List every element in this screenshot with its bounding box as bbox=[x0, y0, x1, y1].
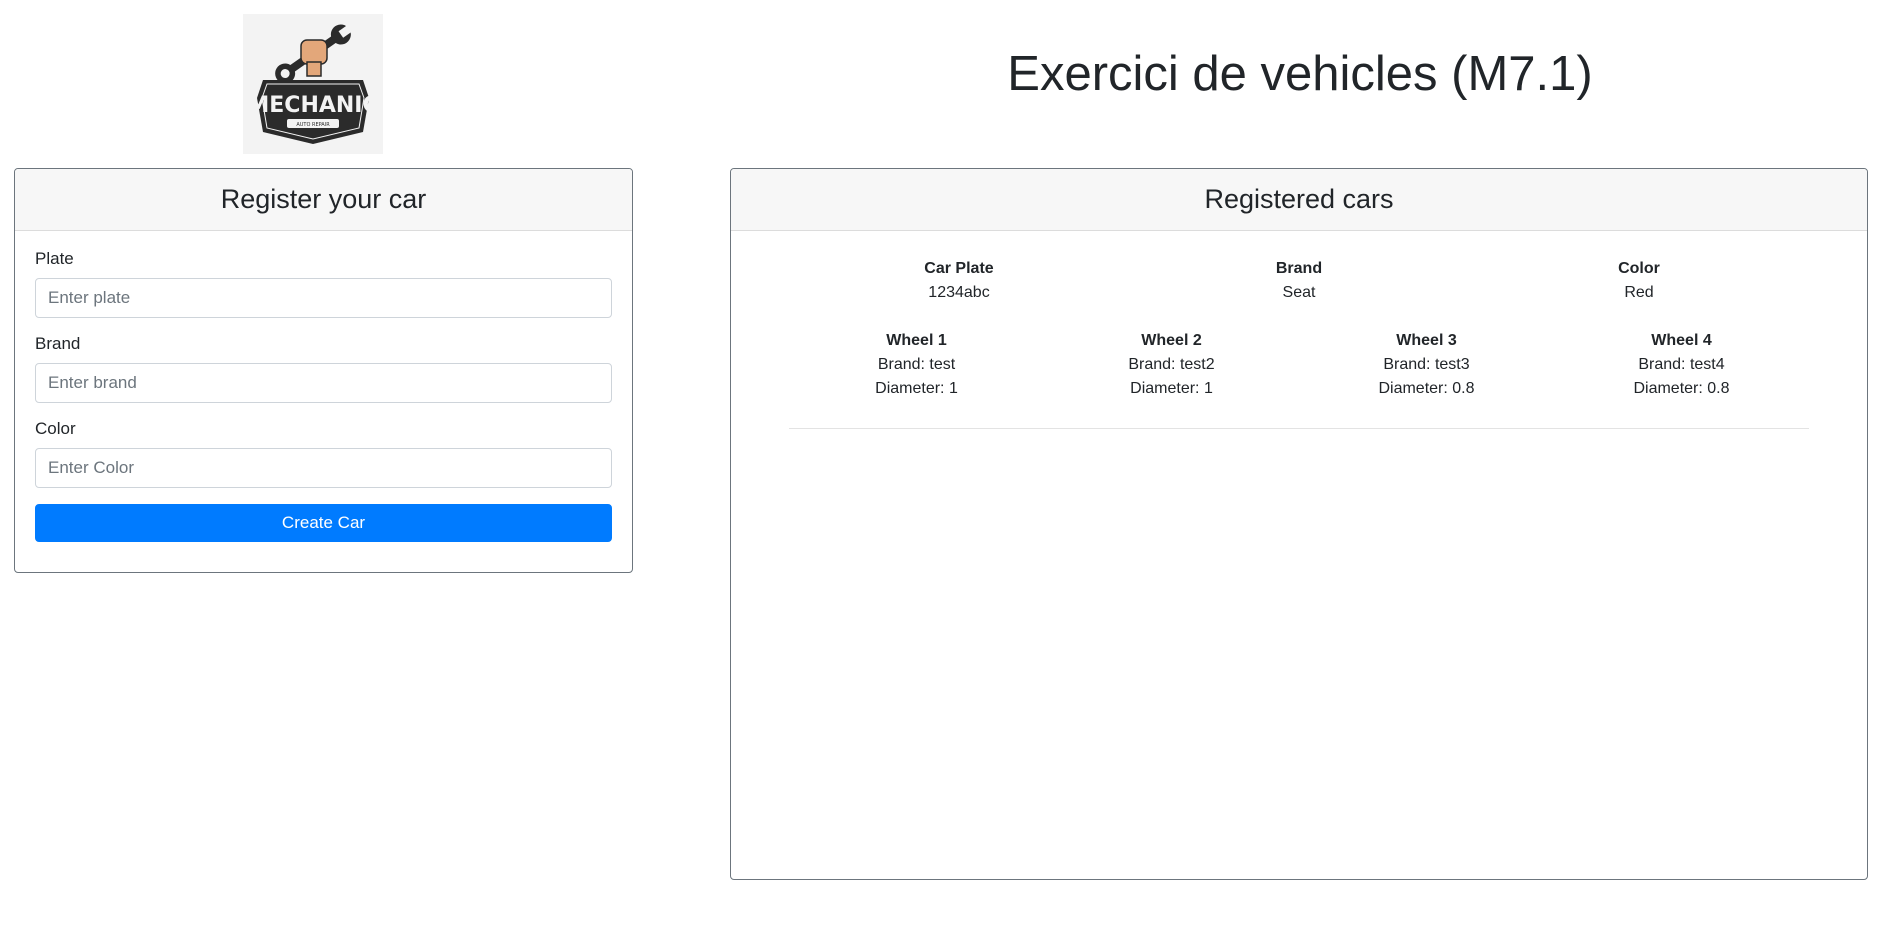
page-title: Exercici de vehicles (M7.1) bbox=[1007, 47, 1593, 101]
wheel-brand: Brand: test4 bbox=[1638, 356, 1725, 373]
brand-group: Brand bbox=[35, 334, 612, 403]
wheel-cell-1: Wheel 1 Brand: test Diameter: 1 bbox=[789, 329, 1044, 401]
color-group: Color bbox=[35, 419, 612, 488]
wheel-diameter: Diameter: 1 bbox=[1130, 380, 1213, 397]
car-color-heading: Color bbox=[1618, 260, 1660, 277]
plate-label: Plate bbox=[35, 249, 74, 268]
mechanic-logo-image: MECHANIC AUTO REPAIR bbox=[243, 14, 383, 154]
wheel-diameter: Diameter: 0.8 bbox=[1633, 380, 1730, 397]
wheel-diameter: Diameter: 1 bbox=[875, 380, 958, 397]
color-label: Color bbox=[35, 419, 76, 438]
car-brand-value: Seat bbox=[1282, 284, 1316, 301]
car-plate-value: 1234abc bbox=[928, 284, 990, 301]
brand-label: Brand bbox=[35, 334, 81, 353]
register-form: Plate Brand Color Create Car bbox=[15, 231, 632, 542]
plate-input[interactable] bbox=[35, 278, 612, 318]
wheel-cell-2: Wheel 2 Brand: test2 Diameter: 1 bbox=[1044, 329, 1299, 401]
wheel-brand: Brand: test2 bbox=[1128, 356, 1215, 373]
car-plate-heading: Car Plate bbox=[924, 260, 994, 277]
wheels-row: Wheel 1 Brand: test Diameter: 1 Wheel 2 … bbox=[789, 329, 1809, 401]
cars-list: Car Plate 1234abc Brand Seat Color Red W… bbox=[731, 231, 1867, 429]
plate-group: Plate bbox=[35, 249, 612, 318]
svg-text:MECHANIC: MECHANIC bbox=[247, 93, 378, 118]
svg-text:AUTO REPAIR: AUTO REPAIR bbox=[296, 122, 330, 128]
car-color-cell: Color Red bbox=[1469, 257, 1809, 305]
create-car-button[interactable]: Create Car bbox=[35, 504, 612, 542]
register-car-card: Register your car Plate Brand Color Crea… bbox=[14, 168, 633, 573]
color-input[interactable] bbox=[35, 448, 612, 488]
car-brand-heading: Brand bbox=[1275, 260, 1323, 277]
car-color-value: Red bbox=[1624, 284, 1654, 301]
wheel-brand: Brand: test bbox=[877, 356, 956, 373]
wheel-title: Wheel 4 bbox=[1651, 332, 1712, 349]
wheel-cell-4: Wheel 4 Brand: test4 Diameter: 0.8 bbox=[1554, 329, 1809, 401]
wheel-brand: Brand: test3 bbox=[1383, 356, 1470, 373]
car-entry: Car Plate 1234abc Brand Seat Color Red W… bbox=[789, 257, 1809, 429]
car-plate-cell: Car Plate 1234abc bbox=[789, 257, 1129, 305]
registered-cars-card: Registered cars Car Plate 1234abc Brand … bbox=[730, 168, 1868, 880]
mechanic-logo: MECHANIC AUTO REPAIR bbox=[243, 14, 383, 154]
wheel-title: Wheel 2 bbox=[1141, 332, 1202, 349]
wheel-cell-3: Wheel 3 Brand: test3 Diameter: 0.8 bbox=[1299, 329, 1554, 401]
brand-input[interactable] bbox=[35, 363, 612, 403]
registered-cars-title: Registered cars bbox=[731, 169, 1867, 231]
wheel-title: Wheel 1 bbox=[886, 332, 947, 349]
car-summary-row: Car Plate 1234abc Brand Seat Color Red bbox=[789, 257, 1809, 305]
register-card-title: Register your car bbox=[15, 169, 632, 231]
wheel-diameter: Diameter: 0.8 bbox=[1378, 380, 1475, 397]
car-brand-cell: Brand Seat bbox=[1129, 257, 1469, 305]
wheel-title: Wheel 3 bbox=[1396, 332, 1457, 349]
